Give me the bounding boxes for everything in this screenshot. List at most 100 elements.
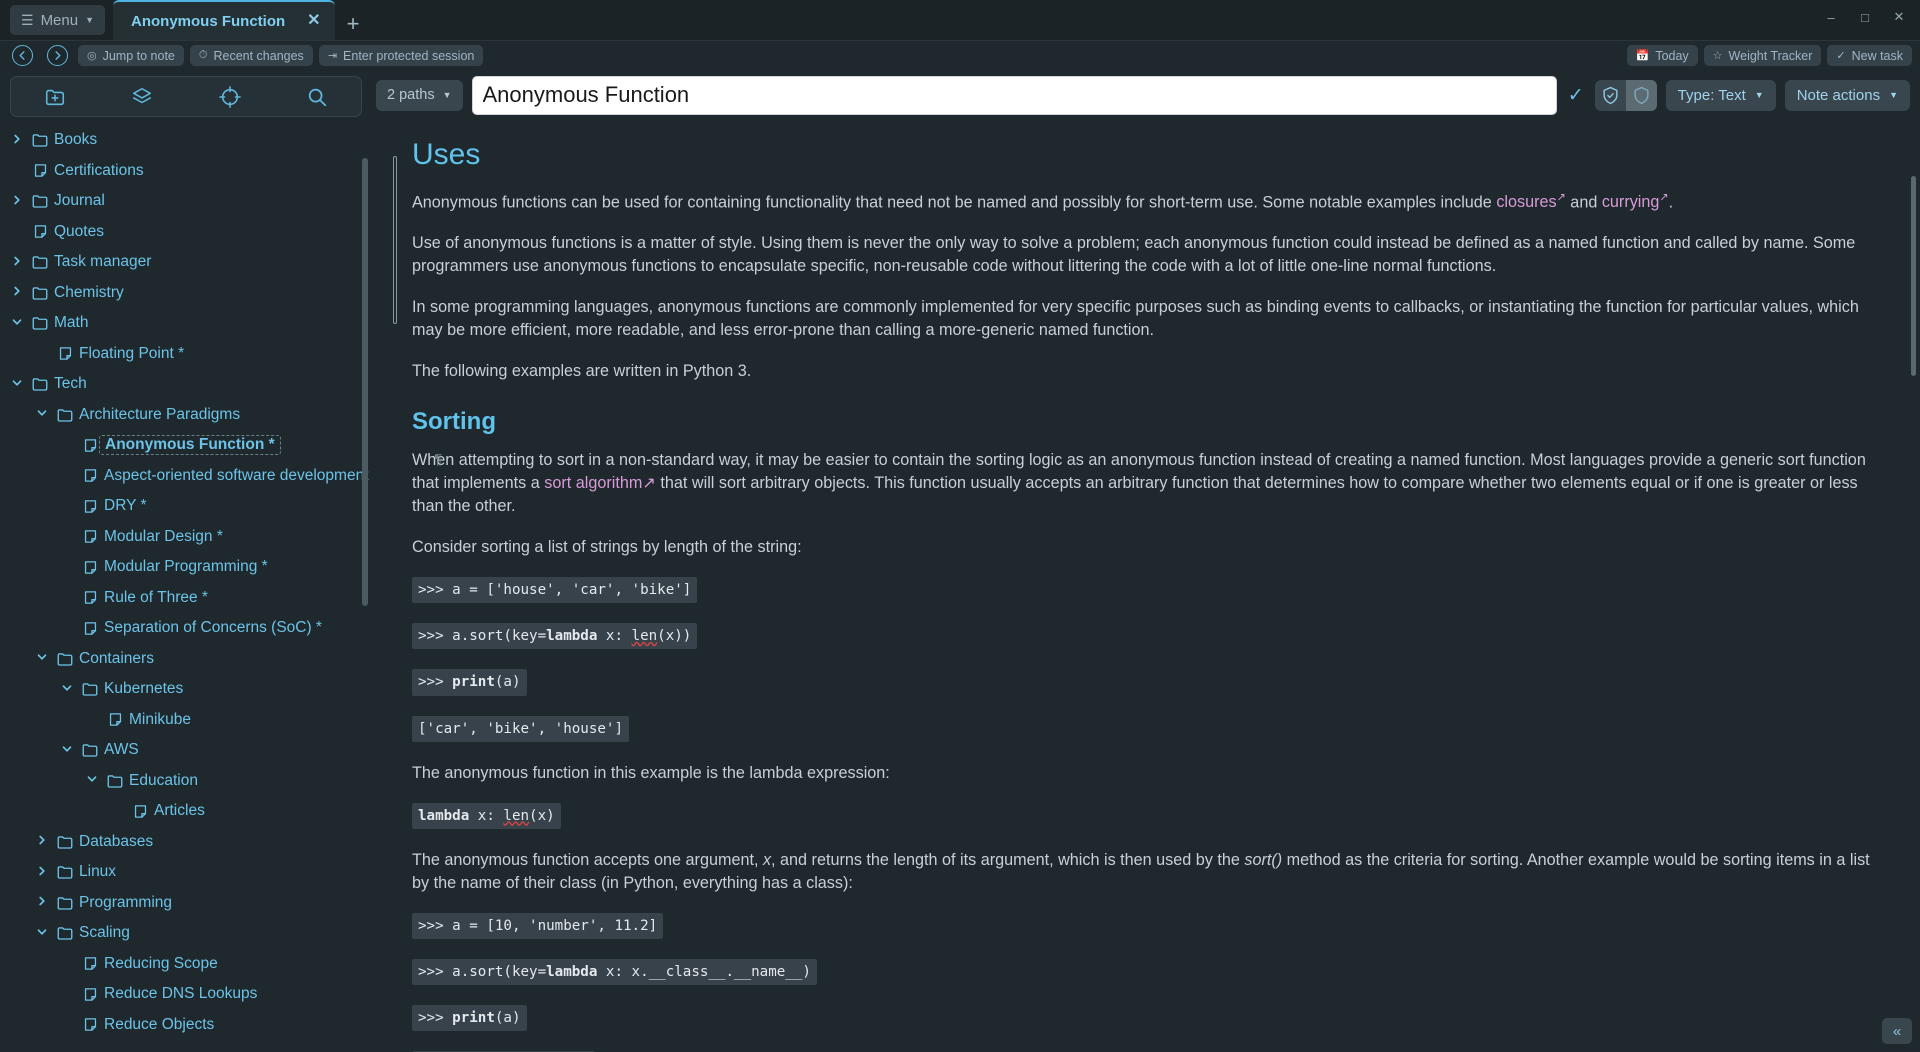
tree-item-modular-programming[interactable]: Modular Programming * [0, 552, 372, 583]
tree-item-task-manager[interactable]: Task manager [0, 247, 372, 278]
chevron-right-icon[interactable] [6, 133, 28, 148]
shield-check-icon[interactable] [1594, 79, 1626, 111]
shield-icon[interactable] [1625, 79, 1657, 111]
tree-item-tech[interactable]: Tech [0, 369, 372, 400]
tree-item-programming[interactable]: Programming [0, 888, 372, 919]
folder-icon [28, 192, 52, 210]
today-button[interactable]: 📅 Today [1626, 45, 1698, 66]
tree-item-aspect-oriented-software-development[interactable]: Aspect-oriented software development [0, 461, 372, 492]
tree-item-databases[interactable]: Databases [0, 827, 372, 858]
tree-item-journal[interactable]: Journal [0, 186, 372, 217]
menu-button[interactable]: ☰ Menu ▼ [10, 5, 106, 35]
tree-item-education[interactable]: Education [0, 766, 372, 797]
tree-item-aws[interactable]: AWS [0, 735, 372, 766]
new-tab-button[interactable]: + [335, 13, 372, 40]
chevron-down-icon[interactable] [56, 743, 78, 758]
tree-item-dry[interactable]: DRY * [0, 491, 372, 522]
tree-item-kubernetes[interactable]: Kubernetes [0, 674, 372, 705]
link-sort-algorithm[interactable]: sort algorithm↗ [544, 474, 656, 492]
new-task-button[interactable]: ✓ New task [1827, 45, 1912, 66]
tree-item-certifications[interactable]: Certifications [0, 156, 372, 187]
chevron-right-icon[interactable] [6, 194, 28, 209]
chevron-right-icon[interactable] [31, 895, 53, 910]
external-link-icon: ↗ [1659, 191, 1669, 204]
note-icon [53, 345, 77, 362]
tree-item-containers[interactable]: Containers [0, 644, 372, 675]
tree-item-quotes[interactable]: Quotes [0, 217, 372, 248]
note-title-input[interactable] [471, 75, 1557, 115]
tree-item-label: Certifications [54, 161, 144, 179]
tree-item-separation-of-concerns-soc[interactable]: Separation of Concerns (SoC) * [0, 613, 372, 644]
search-icon[interactable] [297, 82, 337, 112]
tree-item-label: Containers [79, 649, 154, 667]
chevron-right-icon[interactable] [6, 285, 28, 300]
tree-item-articles[interactable]: Articles [0, 796, 372, 827]
chevron-down-icon[interactable] [6, 316, 28, 331]
chevron-down-icon[interactable] [6, 377, 28, 392]
tree-item-minikube[interactable]: Minikube [0, 705, 372, 736]
heading-sorting: Sorting [412, 407, 496, 435]
tree-item-label: Linux [79, 863, 117, 881]
chevron-right-icon[interactable] [31, 834, 53, 849]
new-note-icon[interactable] [35, 82, 75, 112]
jump-to-note-button[interactable]: ◎ Jump to note [78, 45, 184, 66]
chevron-down-icon[interactable] [31, 407, 53, 422]
sidebar-scrollbar-thumb[interactable] [362, 158, 368, 606]
note-tree[interactable]: Books Certifications Journal Quotes Task man… [0, 121, 372, 1052]
maximize-button[interactable]: □ [1850, 4, 1880, 30]
scroll-to-active-icon[interactable] [210, 82, 250, 112]
forward-button[interactable] [47, 45, 68, 66]
note-type-button[interactable]: Type: Text ▼ [1665, 79, 1776, 111]
tree-item-architecture-paradigms[interactable]: Architecture Paradigms [0, 400, 372, 431]
tree-item-label: Anonymous Function * [99, 435, 281, 456]
close-window-button[interactable]: ✕ [1884, 4, 1914, 30]
enter-protected-session-button[interactable]: ⇥ Enter protected session [318, 45, 484, 66]
protected-toggle[interactable] [1594, 79, 1657, 111]
weight-tracker-button[interactable]: ☆ Weight Tracker [1703, 45, 1822, 66]
note-actions-label: Note actions [1796, 86, 1881, 104]
chevron-down-icon[interactable] [31, 926, 53, 941]
chevron-down-icon[interactable] [31, 651, 53, 666]
minimize-button[interactable]: – [1816, 4, 1846, 30]
tree-item-label: Articles [154, 802, 205, 820]
close-icon[interactable]: ✕ [307, 13, 320, 29]
tab-anonymous-function[interactable]: Anonymous Function ✕ [113, 0, 335, 40]
chevron-right-icon[interactable] [6, 255, 28, 270]
tree-item-rule-of-three[interactable]: Rule of Three * [0, 583, 372, 614]
note-actions-button[interactable]: Note actions ▼ [1784, 79, 1910, 111]
code-mid: x: [597, 628, 632, 645]
chevron-down-icon[interactable] [56, 682, 78, 697]
link-currying[interactable]: currying↗ [1602, 191, 1669, 211]
code-function: len [631, 628, 658, 645]
recent-changes-button[interactable]: ⏱ Recent changes [189, 45, 313, 66]
collapse-panel-button[interactable]: « [1882, 1018, 1912, 1044]
back-button[interactable] [12, 45, 33, 66]
tree-item-reduce-dns-lookups[interactable]: Reduce DNS Lookups [0, 979, 372, 1010]
tree-item-math[interactable]: Math [0, 308, 372, 339]
hamburger-icon: ☰ [21, 11, 34, 28]
folder-icon [28, 131, 52, 149]
chevron-right-icon[interactable] [31, 865, 53, 880]
folder-icon [53, 833, 77, 851]
tree-item-linux[interactable]: Linux [0, 857, 372, 888]
note-icon [78, 620, 102, 637]
collapse-tree-icon[interactable] [122, 82, 162, 112]
chevron-down-icon[interactable] [81, 773, 103, 788]
tab-label: Anonymous Function [131, 12, 286, 30]
tree-item-modular-design[interactable]: Modular Design * [0, 522, 372, 553]
inner-scrollbar-thumb[interactable] [393, 156, 397, 324]
note-content[interactable]: Uses Anonymous functions can be used for… [372, 120, 1920, 1052]
note-paths-button[interactable]: 2 paths ▼ [376, 79, 463, 111]
tree-item-anonymous-function[interactable]: Anonymous Function * [0, 430, 372, 461]
note-icon [78, 467, 102, 484]
tree-item-books[interactable]: Books [0, 125, 372, 156]
code-prefix: >>> [418, 674, 453, 691]
link-closures[interactable]: closures↗ [1496, 192, 1566, 211]
tree-item-label: Architecture Paradigms [79, 405, 241, 423]
tree-item-floating-point[interactable]: Floating Point * [0, 339, 372, 370]
tree-item-scaling[interactable]: Scaling [0, 918, 372, 949]
tree-item-reduce-objects[interactable]: Reduce Objects [0, 1010, 372, 1041]
tree-item-chemistry[interactable]: Chemistry [0, 278, 372, 309]
content-scrollbar-thumb[interactable] [1911, 176, 1916, 376]
tree-item-reducing-scope[interactable]: Reducing Scope [0, 949, 372, 980]
